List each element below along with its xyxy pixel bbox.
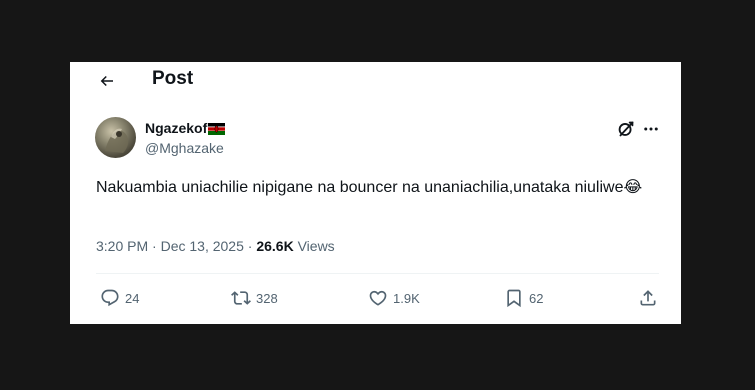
like-count: 1.9K	[393, 290, 420, 306]
tweet-text: Nakuambia uniachilie nipigane na bouncer…	[96, 179, 643, 196]
page-title: Post	[152, 68, 194, 89]
share-icon	[640, 290, 656, 306]
bookmark-count: 62	[529, 290, 544, 306]
avatar-image	[105, 128, 129, 153]
tweet-time[interactable]: 3:20 PM	[96, 238, 148, 254]
post-card: Post Ngazekof @Mghazake Nakuambia uniach…	[70, 62, 681, 324]
grok-icon	[618, 121, 634, 137]
avatar[interactable]	[95, 117, 136, 158]
share-button[interactable]	[638, 286, 658, 310]
more-horizontal-icon	[644, 127, 658, 131]
tweet-date[interactable]: Dec 13, 2025	[161, 238, 244, 254]
meta-separator: ·	[152, 238, 161, 254]
tweet-meta: 3:20 PM · Dec 13, 2025 · 26.6K Views	[96, 238, 335, 254]
views-count: 26.6K	[256, 238, 294, 254]
reply-icon	[101, 289, 119, 307]
action-bar: 24 328 1.9K 62	[96, 286, 659, 310]
user-handle[interactable]: @Mghazake	[145, 140, 224, 156]
repost-count: 328	[256, 290, 278, 306]
more-options-button[interactable]	[640, 118, 662, 140]
display-name-text: Ngazekof	[145, 120, 208, 136]
back-button[interactable]	[94, 68, 120, 94]
bookmark-icon	[507, 289, 521, 308]
repost-icon	[231, 291, 251, 305]
heart-icon	[369, 290, 387, 306]
bookmark-button[interactable]: 62	[504, 286, 543, 310]
reply-button[interactable]: 24	[100, 286, 139, 310]
views-label: Views	[297, 238, 335, 254]
display-name[interactable]: Ngazekof	[145, 120, 226, 136]
reply-count: 24	[125, 290, 140, 306]
kenya-flag-icon	[208, 122, 226, 135]
post-header: Post	[70, 62, 681, 98]
divider	[96, 273, 659, 274]
arrow-left-icon	[100, 75, 113, 87]
grok-button[interactable]	[615, 118, 637, 140]
like-button[interactable]: 1.9K	[368, 286, 420, 310]
repost-button[interactable]: 328	[231, 286, 278, 310]
